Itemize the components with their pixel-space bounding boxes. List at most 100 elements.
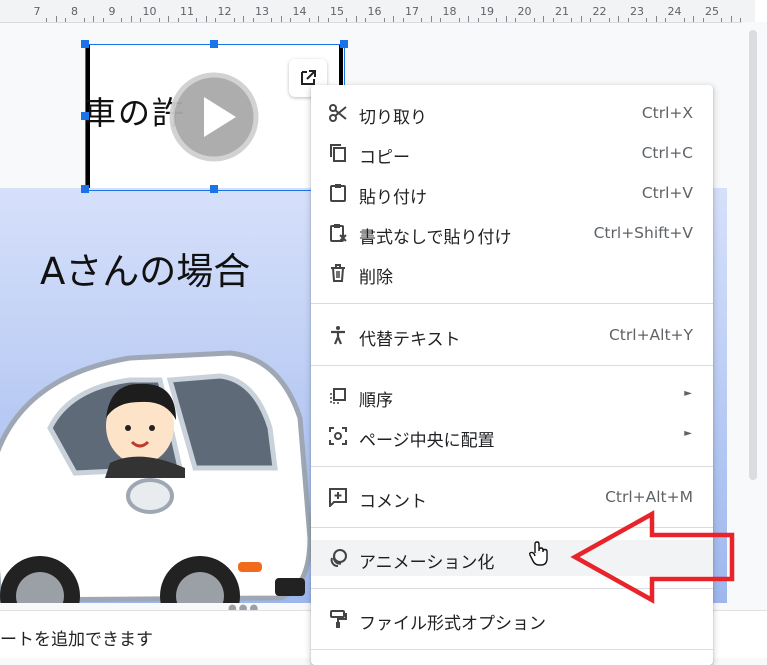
scissors-icon bbox=[328, 103, 348, 123]
format-paint-icon bbox=[328, 609, 348, 629]
ruler-tick bbox=[130, 16, 132, 22]
ruler-tick bbox=[318, 16, 320, 22]
resize-handle-bottom-middle[interactable] bbox=[210, 185, 218, 193]
ruler-tick bbox=[702, 18, 704, 22]
ruler-tick bbox=[590, 18, 592, 22]
ruler-tick bbox=[496, 18, 498, 22]
menu-shortcut: Ctrl+Shift+V bbox=[593, 224, 693, 242]
car-illustration[interactable] bbox=[0, 338, 360, 604]
ruler-tick bbox=[655, 16, 657, 22]
menu-separator bbox=[311, 365, 713, 366]
submenu-arrow-icon: ► bbox=[684, 388, 692, 399]
ruler-tick bbox=[505, 16, 507, 22]
menu-separator bbox=[311, 649, 713, 650]
ruler-label: 12 bbox=[217, 5, 232, 18]
menu-item-order[interactable]: 順序 ► bbox=[311, 378, 713, 414]
ruler-tick bbox=[102, 18, 104, 22]
accessibility-icon bbox=[328, 325, 348, 345]
ruler-tick bbox=[196, 18, 198, 22]
ruler-tick bbox=[533, 18, 535, 22]
menu-item-delete[interactable]: 削除 bbox=[311, 255, 713, 291]
ruler-tick bbox=[327, 18, 329, 22]
ruler-tick bbox=[83, 18, 85, 22]
speaker-notes-placeholder: ートを追加できます bbox=[0, 630, 153, 650]
comment-icon bbox=[328, 487, 348, 507]
ruler-label: 7 bbox=[33, 5, 41, 18]
scrollbar-thumb[interactable] bbox=[749, 30, 757, 480]
menu-item-center-on-page[interactable]: ページ中央に配置 ► bbox=[311, 418, 713, 454]
copy-icon bbox=[328, 143, 348, 163]
ruler-label: 17 bbox=[405, 5, 419, 18]
ruler-label: 19 bbox=[480, 5, 494, 18]
ruler-tick bbox=[543, 16, 545, 22]
order-icon bbox=[328, 386, 348, 406]
menu-item-paste-without-formatting[interactable]: 書式なしで貼り付け Ctrl+Shift+V bbox=[311, 215, 713, 251]
ruler-tick bbox=[121, 18, 123, 22]
vertical-scrollbar[interactable] bbox=[742, 22, 767, 610]
ruler-tick bbox=[205, 16, 207, 22]
ruler-tick bbox=[393, 16, 395, 22]
ruler-tick bbox=[458, 18, 460, 22]
ruler-label: 9 bbox=[108, 5, 116, 18]
menu-label: コピー bbox=[359, 148, 410, 168]
ruler-tick bbox=[440, 18, 442, 22]
menu-separator bbox=[311, 303, 713, 304]
ruler-label: 18 bbox=[442, 5, 457, 18]
resize-handle-top-left[interactable] bbox=[81, 40, 89, 48]
menu-label: アニメーション化 bbox=[359, 553, 495, 573]
ruler-tick bbox=[158, 18, 160, 22]
menu-item-cut[interactable]: 切り取り Ctrl+X bbox=[311, 95, 713, 131]
ruler-tick bbox=[730, 16, 732, 22]
ruler-label: 20 bbox=[517, 5, 532, 18]
menu-item-copy[interactable]: コピー Ctrl+C bbox=[311, 135, 713, 171]
ruler-label: 14 bbox=[292, 5, 307, 18]
slide-heading[interactable]: Aさんの場合 bbox=[40, 241, 250, 295]
menu-item-format-options[interactable]: ファイル形式オプション bbox=[311, 601, 713, 637]
ruler-label: 13 bbox=[255, 5, 269, 18]
resize-handle-top-middle[interactable] bbox=[210, 40, 218, 48]
ruler-tick bbox=[402, 18, 404, 22]
ruler-tick bbox=[665, 18, 667, 22]
resize-handle-bottom-left[interactable] bbox=[81, 185, 89, 193]
ruler-label: 25 bbox=[705, 5, 719, 18]
ruler-tick bbox=[55, 16, 57, 22]
menu-label: 書式なしで貼り付け bbox=[359, 228, 512, 248]
ruler-tick bbox=[421, 18, 423, 22]
menu-shortcut: Ctrl+Alt+M bbox=[605, 488, 693, 506]
ruler-tick bbox=[65, 18, 67, 22]
menu-label: 順序 bbox=[359, 391, 393, 411]
ruler-tick bbox=[608, 18, 610, 22]
submenu-arrow-icon: ► bbox=[684, 428, 692, 439]
ruler-tick bbox=[290, 18, 292, 22]
menu-label: 代替テキスト bbox=[359, 330, 461, 350]
resize-handle-top-right[interactable] bbox=[340, 40, 348, 48]
ruler-label: 8 bbox=[71, 5, 78, 18]
ruler-label: 11 bbox=[180, 5, 194, 18]
ruler-tick bbox=[740, 18, 742, 22]
menu-shortcut: Ctrl+Alt+Y bbox=[608, 326, 693, 344]
trash-icon bbox=[328, 263, 348, 283]
menu-item-alt-text[interactable]: 代替テキスト Ctrl+Alt+Y bbox=[311, 317, 713, 353]
menu-shortcut: Ctrl+C bbox=[641, 144, 693, 162]
ruler-tick bbox=[721, 18, 723, 22]
menu-label: 切り取り bbox=[359, 108, 427, 128]
resize-handle-middle-left[interactable] bbox=[81, 112, 89, 120]
menu-item-paste[interactable]: 貼り付け Ctrl+V bbox=[311, 175, 713, 211]
ruler-tick bbox=[627, 18, 629, 22]
ruler-tick bbox=[93, 16, 95, 22]
ruler-tick bbox=[46, 18, 48, 22]
menu-separator bbox=[311, 466, 713, 467]
ruler-tick bbox=[346, 18, 348, 22]
ruler-tick bbox=[243, 16, 245, 22]
paste-plain-icon bbox=[328, 223, 348, 243]
menu-label: ファイル形式オプション bbox=[359, 614, 546, 634]
ruler-tick bbox=[618, 16, 620, 22]
ruler-tick bbox=[271, 18, 273, 22]
menu-label: 削除 bbox=[359, 268, 393, 288]
ruler-label: 22 bbox=[592, 5, 607, 18]
ruler-label: 21 bbox=[555, 5, 569, 18]
ruler-tick bbox=[468, 16, 470, 22]
ruler-tick bbox=[383, 18, 385, 22]
ruler-tick bbox=[693, 16, 695, 22]
menu-label: コメント bbox=[359, 492, 427, 512]
